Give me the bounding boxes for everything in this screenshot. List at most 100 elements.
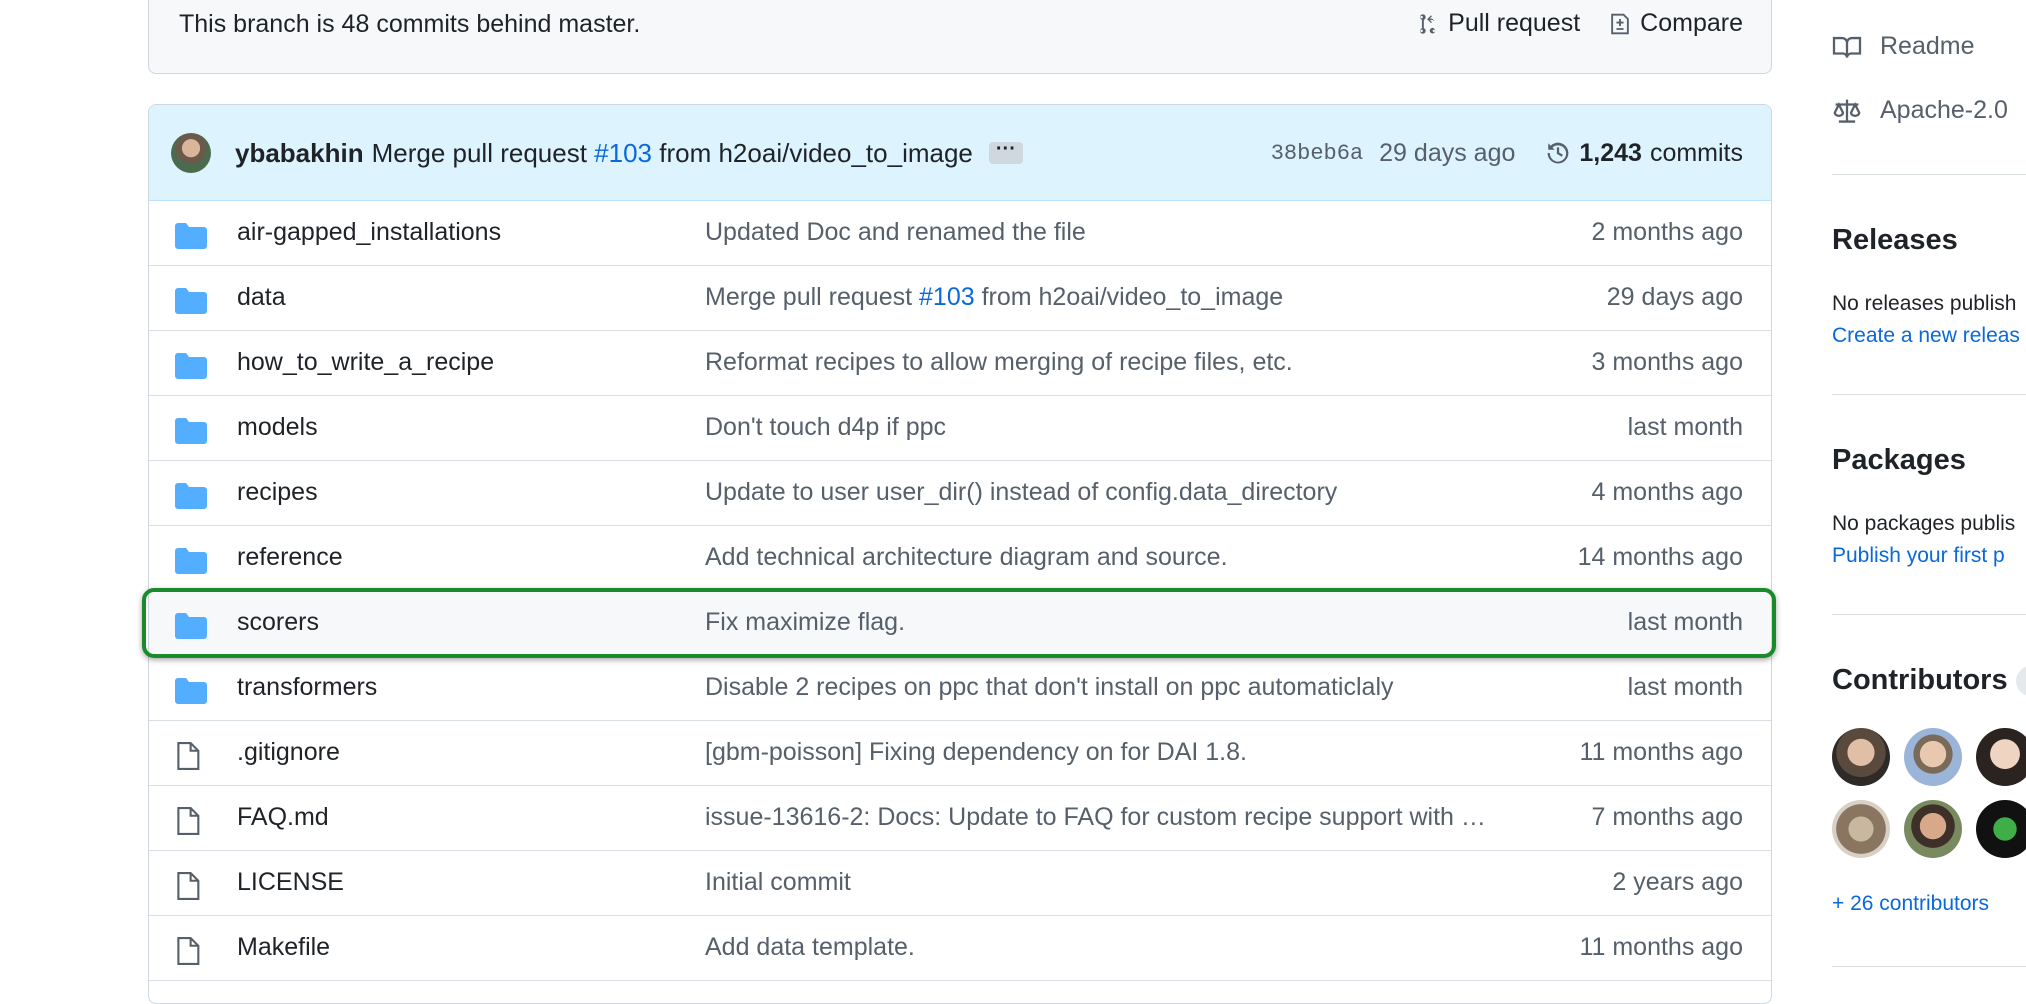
contributor-avatar[interactable] (1832, 800, 1890, 858)
compare-label: Compare (1640, 9, 1743, 37)
compare-button[interactable]: Compare (1610, 9, 1743, 38)
contributor-avatar[interactable] (1832, 728, 1890, 786)
file-name-link[interactable]: .gitignore (237, 738, 340, 767)
commit-sha-link[interactable]: 38beb6a (1271, 141, 1363, 166)
commit-message-link[interactable]: Merge pull request #103 from h2oai/video… (705, 283, 1283, 311)
file-commit-message: Disable 2 recipes on ppc that don't inst… (705, 673, 1535, 702)
file-commit-age: 11 months ago (1579, 933, 1743, 961)
contributors-title: Contributors (1832, 664, 2008, 696)
packages-heading[interactable]: Packages (1832, 444, 1966, 477)
commit-message-link[interactable]: [gbm-poisson] Fixing dependency on for D… (705, 738, 1247, 766)
file-commit-message: Add technical architecture diagram and s… (705, 543, 1535, 572)
commit-message-link[interactable]: Initial commit (705, 868, 851, 896)
file-name-link[interactable]: transformers (237, 673, 377, 702)
commit-message-link[interactable]: Add technical architecture diagram and s… (705, 543, 1228, 571)
file-name-link[interactable]: Makefile (237, 933, 330, 962)
file-name-link[interactable]: recipes (237, 478, 318, 507)
file-row[interactable]: how_to_write_a_recipe Reformat recipes to… (149, 331, 1771, 396)
file-icon (175, 806, 201, 836)
banner-actions: Pull request Compare (1416, 9, 1743, 38)
pull-request-label: Pull request (1448, 9, 1581, 37)
file-name-link[interactable]: air-gapped_installations (237, 218, 501, 247)
commit-author-link[interactable]: ybabakhin (235, 138, 364, 169)
file-row[interactable]: Makefile Add data template. 11 months ago (149, 916, 1771, 981)
file-commit-age: 14 months ago (1577, 543, 1743, 571)
commit-age: 29 days ago (1379, 138, 1516, 167)
commit-message-link[interactable]: Don't touch d4p if ppc (705, 413, 946, 441)
file-row[interactable]: FAQ.md issue-13616-2: Docs: Update to FAQ… (149, 786, 1771, 851)
file-commit-message: [gbm-poisson] Fixing dependency on for D… (705, 738, 1535, 767)
contributors-count-badge (2015, 666, 2026, 697)
file-commit-age: last month (1627, 413, 1743, 441)
expand-commit-message-button[interactable]: ··· (988, 139, 1023, 164)
commit-message-text[interactable]: Merge pull request (705, 283, 919, 311)
branch-status-banner: This branch is 48 commits behind master.… (148, 0, 1772, 74)
file-row[interactable]: transformers Disable 2 recipes on ppc tha… (149, 656, 1771, 721)
file-name-link[interactable]: data (237, 283, 286, 312)
history-icon (1547, 142, 1569, 164)
commit-author-avatar[interactable] (171, 133, 211, 173)
file-commit-message: issue-13616-2: Docs: Update to FAQ for c… (705, 803, 1535, 832)
file-commit-age: 2 months ago (1591, 218, 1744, 246)
file-name-link[interactable]: reference (237, 543, 343, 572)
file-diff-icon (1611, 13, 1629, 34)
latest-commit-summary: ybabakhin Merge pull request #103 from h… (235, 105, 1023, 201)
commit-message-link[interactable]: Updated Doc and renamed the file (705, 218, 1086, 246)
contributors-heading[interactable]: Contributors (1832, 664, 2026, 697)
file-row[interactable]: models Don't touch d4p if ppc last month (149, 396, 1771, 461)
file-commit-message: Initial commit (705, 868, 1535, 897)
file-row[interactable]: recipes Update to user user_dir() instead… (149, 461, 1771, 526)
commit-message-suffix[interactable]: from h2oai/video_to_image (659, 138, 973, 169)
commit-history-link[interactable]: 1,243 commits (1545, 139, 1743, 168)
file-row[interactable]: reference Add technical architecture diag… (149, 526, 1771, 591)
folder-icon (175, 221, 207, 250)
commit-message-link[interactable]: Update to user user_dir() instead of con… (705, 478, 1337, 506)
file-name-link[interactable]: models (237, 413, 318, 442)
branch-status-text: This branch is 48 commits behind master. (179, 10, 641, 38)
pull-request-button[interactable]: Pull request (1416, 9, 1580, 38)
file-browser: ybabakhin Merge pull request #103 from h… (148, 104, 1772, 1004)
create-release-link[interactable]: Create a new releas (1832, 324, 2020, 348)
file-commit-message: Add data template. (705, 933, 1535, 962)
file-row[interactable]: air-gapped_installations Updated Doc and … (149, 201, 1771, 266)
commit-message-prefix[interactable]: Merge pull request (372, 138, 587, 169)
commit-message-link[interactable]: Add data template. (705, 933, 915, 961)
book-icon (1832, 36, 1862, 58)
sidebar-divider (1832, 174, 2026, 175)
commit-pr-link[interactable]: #103 (919, 283, 975, 311)
file-commit-message: Don't touch d4p if ppc (705, 413, 1535, 442)
file-commit-age: last month (1627, 673, 1743, 701)
readme-link[interactable]: Readme (1832, 32, 1975, 61)
commit-message-link[interactable]: Disable 2 recipes on ppc that don't inst… (705, 673, 1394, 701)
contributor-avatar[interactable] (1976, 728, 2026, 786)
publish-package-link[interactable]: Publish your first p (1832, 544, 2005, 568)
folder-icon (175, 416, 207, 445)
more-contributors-link[interactable]: + 26 contributors (1832, 892, 1989, 916)
contributor-avatar[interactable] (1976, 800, 2026, 858)
releases-heading[interactable]: Releases (1832, 224, 1958, 257)
commit-meta: 38beb6a 29 days ago 1,243 commits (1271, 105, 1743, 201)
license-link[interactable]: Apache-2.0 (1832, 96, 2008, 125)
file-commit-age: 4 months ago (1591, 478, 1744, 506)
commit-message-link[interactable]: issue-13616-2: Docs: Update to FAQ for c… (705, 803, 1486, 831)
file-commit-age: 11 months ago (1579, 738, 1743, 766)
file-name-link[interactable]: LICENSE (237, 868, 344, 897)
commit-message-link[interactable]: Reformat recipes to allow merging of rec… (705, 348, 1293, 376)
file-commit-age: 2 years ago (1612, 868, 1743, 896)
file-row[interactable]: LICENSE Initial commit 2 years ago (149, 851, 1771, 916)
file-row[interactable]: data Merge pull request #103 from h2oai/v… (149, 266, 1771, 331)
file-row[interactable]: .gitignore [gbm-poisson] Fixing dependenc… (149, 721, 1771, 786)
highlighted-row-outline (142, 588, 1776, 658)
contributor-avatar[interactable] (1904, 800, 1962, 858)
commit-pr-link[interactable]: #103 (594, 138, 652, 169)
commit-message-text[interactable]: from h2oai/video_to_image (975, 283, 1284, 311)
file-name-link[interactable]: how_to_write_a_recipe (237, 348, 494, 377)
file-name-link[interactable]: FAQ.md (237, 803, 329, 832)
file-commit-age: 3 months ago (1591, 348, 1744, 376)
contributor-avatar[interactable] (1904, 728, 1962, 786)
file-icon (175, 936, 201, 966)
latest-commit-bar: ybabakhin Merge pull request #103 from h… (149, 105, 1771, 201)
file-icon (175, 871, 201, 901)
sidebar-divider (1832, 614, 2026, 615)
file-icon (175, 741, 201, 771)
